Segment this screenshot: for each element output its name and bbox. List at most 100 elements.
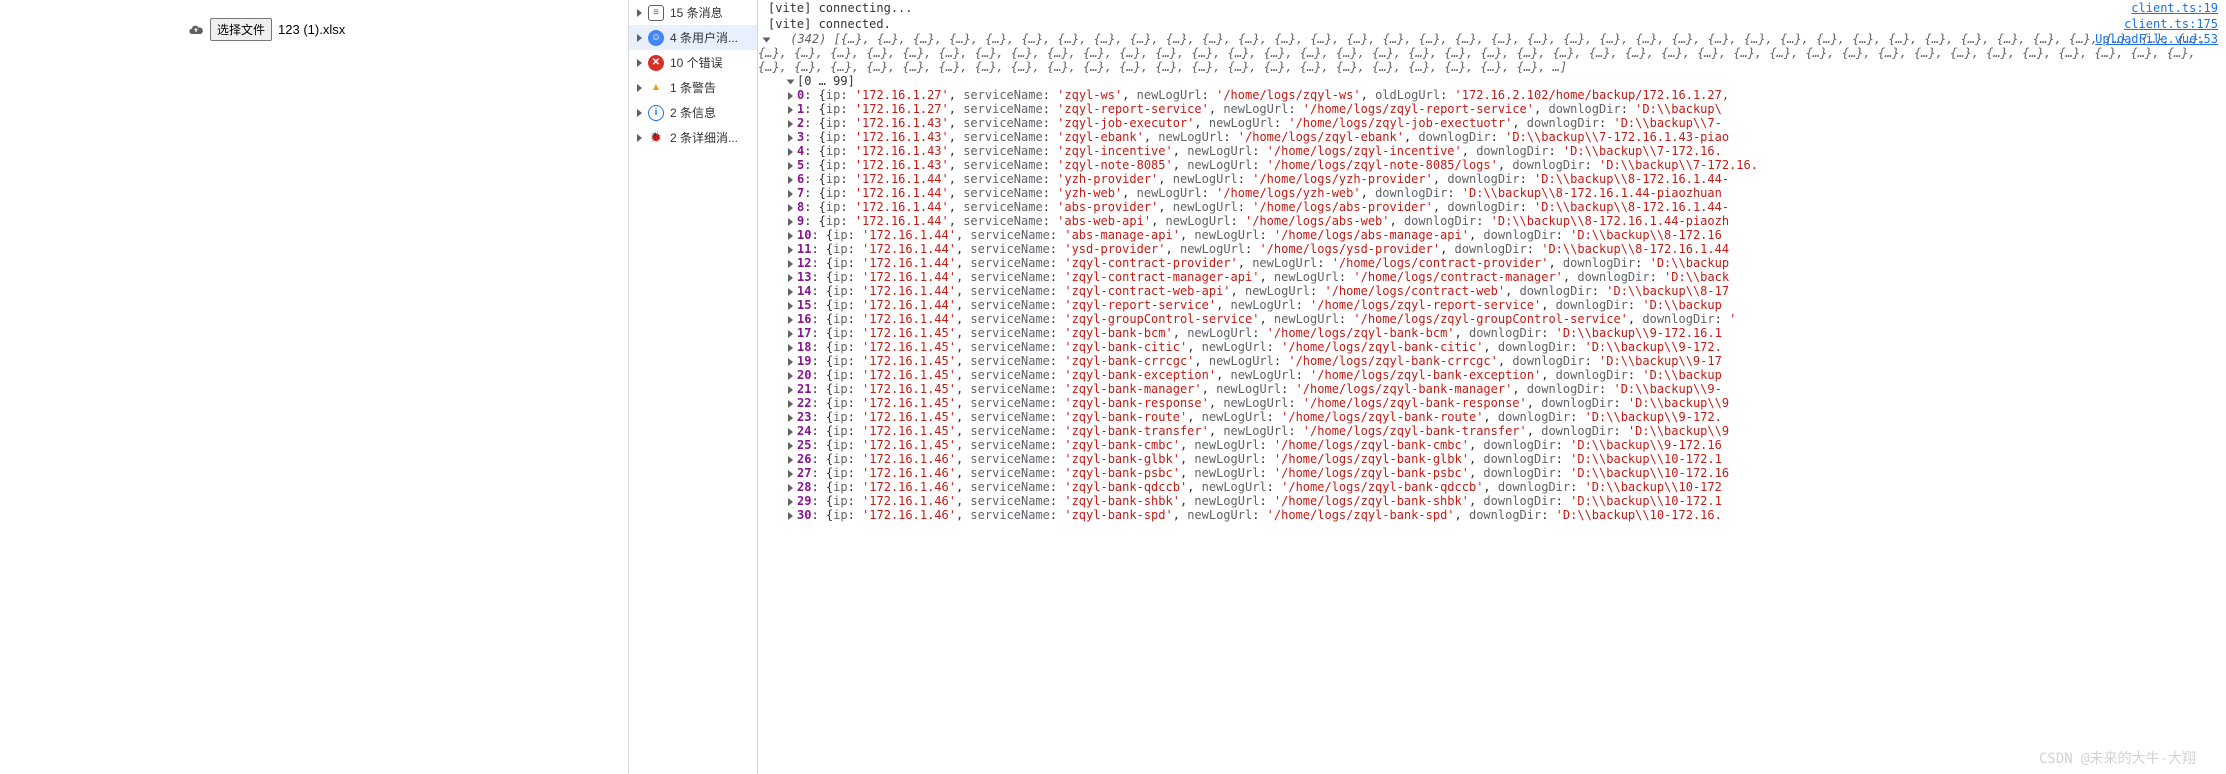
array-item[interactable]: 21: {ip: '172.16.1.45', serviceName: 'zq…	[788, 382, 2226, 396]
expand-icon	[788, 106, 793, 114]
expand-toggle[interactable]	[758, 32, 773, 46]
array-item[interactable]: 12: {ip: '172.16.1.44', serviceName: 'zq…	[788, 256, 2226, 270]
chosen-file-name: 123 (1).xlsx	[278, 22, 345, 37]
expand-icon	[788, 456, 793, 464]
console-output: [vite] connecting...client.ts:19[vite] c…	[758, 0, 2226, 774]
msg-icon: ≡	[648, 5, 664, 21]
cloud-upload-icon	[188, 22, 204, 38]
expand-icon	[788, 190, 793, 198]
expand-icon	[788, 218, 793, 226]
expand-icon	[788, 274, 793, 282]
array-item[interactable]: 11: {ip: '172.16.1.44', serviceName: 'ys…	[788, 242, 2226, 256]
expand-icon	[788, 162, 793, 170]
expand-icon	[788, 372, 793, 380]
array-item[interactable]: 22: {ip: '172.16.1.45', serviceName: 'zq…	[788, 396, 2226, 410]
console-sidebar: ≡ 15 条消息 ☺ 4 条用户消... ✕ 10 个错误 ▲ 1 条警告 i 2 条信息 🐞 2 条…	[628, 0, 758, 774]
array-item[interactable]: 25: {ip: '172.16.1.45', serviceName: 'zq…	[788, 438, 2226, 452]
app-content: 选择文件 123 (1).xlsx	[0, 0, 628, 774]
expand-icon	[788, 512, 793, 520]
array-item[interactable]: 13: {ip: '172.16.1.44', serviceName: 'zq…	[788, 270, 2226, 284]
expand-icon	[637, 59, 642, 67]
upload-row: 选择文件 123 (1).xlsx	[188, 18, 628, 41]
array-item[interactable]: 18: {ip: '172.16.1.45', serviceName: 'zq…	[788, 340, 2226, 354]
expand-icon	[788, 400, 793, 408]
expand-icon	[788, 498, 793, 506]
array-item[interactable]: 7: {ip: '172.16.1.44', serviceName: 'yzh…	[788, 186, 2226, 200]
filter-label: 2 条信息	[670, 104, 716, 121]
filter-label: 15 条消息	[670, 4, 723, 21]
console-filter-msg[interactable]: ≡ 15 条消息	[629, 0, 757, 25]
watermark: CSDN @未来的大牛-大翔	[2039, 748, 2196, 768]
expand-icon	[788, 442, 793, 450]
user-icon: ☺	[648, 30, 664, 46]
expand-icon	[788, 386, 793, 394]
info-icon: i	[648, 105, 664, 121]
array-item[interactable]: 15: {ip: '172.16.1.44', serviceName: 'zq…	[788, 298, 2226, 312]
array-item[interactable]: 16: {ip: '172.16.1.44', serviceName: 'zq…	[788, 312, 2226, 326]
expand-icon	[788, 92, 793, 100]
array-item[interactable]: 17: {ip: '172.16.1.45', serviceName: 'zq…	[788, 326, 2226, 340]
array-item[interactable]: 14: {ip: '172.16.1.44', serviceName: 'zq…	[788, 284, 2226, 298]
expand-icon	[637, 34, 642, 42]
array-item[interactable]: 6: {ip: '172.16.1.44', serviceName: 'yzh…	[788, 172, 2226, 186]
expand-icon	[788, 358, 793, 366]
array-item[interactable]: 24: {ip: '172.16.1.45', serviceName: 'zq…	[788, 424, 2226, 438]
expand-icon	[788, 204, 793, 212]
choose-file-button[interactable]: 选择文件	[210, 18, 272, 41]
expand-icon	[788, 470, 793, 478]
expand-icon	[637, 9, 642, 17]
expand-icon	[788, 414, 793, 422]
warn-icon: ▲	[648, 80, 664, 96]
err-icon: ✕	[648, 55, 664, 71]
array-item[interactable]: 10: {ip: '172.16.1.44', serviceName: 'ab…	[788, 228, 2226, 242]
array-item[interactable]: 19: {ip: '172.16.1.45', serviceName: 'zq…	[788, 354, 2226, 368]
expand-icon	[788, 428, 793, 436]
array-item[interactable]: 2: {ip: '172.16.1.43', serviceName: 'zqy…	[788, 116, 2226, 130]
expand-icon	[788, 246, 793, 254]
expand-icon	[788, 288, 793, 296]
array-item[interactable]: 0: {ip: '172.16.1.27', serviceName: 'zqy…	[788, 88, 2226, 102]
array-item[interactable]: 4: {ip: '172.16.1.43', serviceName: 'zqy…	[788, 144, 2226, 158]
bug-icon: 🐞	[648, 130, 664, 146]
array-item[interactable]: 8: {ip: '172.16.1.44', serviceName: 'abs…	[788, 200, 2226, 214]
filter-label: 2 条详细消...	[670, 129, 738, 146]
array-item[interactable]: 20: {ip: '172.16.1.45', serviceName: 'zq…	[788, 368, 2226, 382]
array-item[interactable]: 1: {ip: '172.16.1.27', serviceName: 'zqy…	[788, 102, 2226, 116]
array-item[interactable]: 29: {ip: '172.16.1.46', serviceName: 'zq…	[788, 494, 2226, 508]
expand-icon	[637, 109, 642, 117]
array-item[interactable]: 26: {ip: '172.16.1.46', serviceName: 'zq…	[788, 452, 2226, 466]
console-filter-warn[interactable]: ▲ 1 条警告	[629, 75, 757, 100]
array-item[interactable]: 30: {ip: '172.16.1.46', serviceName: 'zq…	[788, 508, 2226, 522]
filter-label: 10 个错误	[670, 54, 723, 71]
console-message: [vite] connected.client.ts:175	[758, 16, 2226, 32]
expand-icon	[788, 484, 793, 492]
filter-label: 1 条警告	[670, 79, 716, 96]
log-source-link[interactable]: client.ts:19	[2131, 1, 2218, 15]
console-filter-info[interactable]: i 2 条信息	[629, 100, 757, 125]
console-filter-err[interactable]: ✕ 10 个错误	[629, 50, 757, 75]
array-item[interactable]: 3: {ip: '172.16.1.43', serviceName: 'zqy…	[788, 130, 2226, 144]
expand-icon	[637, 84, 642, 92]
filter-label: 4 条用户消...	[670, 29, 738, 46]
expand-icon	[788, 148, 793, 156]
array-item[interactable]: 5: {ip: '172.16.1.43', serviceName: 'zqy…	[788, 158, 2226, 172]
expand-icon	[788, 232, 793, 240]
expand-icon	[637, 134, 642, 142]
console-filter-user[interactable]: ☺ 4 条用户消...	[629, 25, 757, 50]
expand-icon	[788, 120, 793, 128]
array-item[interactable]: 23: {ip: '172.16.1.45', serviceName: 'zq…	[788, 410, 2226, 424]
array-summary[interactable]: (342) [{…}, {…}, {…}, {…}, {…}, {…}, {…}…	[758, 32, 2214, 74]
expand-icon	[788, 330, 793, 338]
log-source-link[interactable]: UploadFile.vue:53	[2095, 32, 2218, 46]
expand-icon	[788, 316, 793, 324]
expand-icon	[788, 176, 793, 184]
array-range[interactable]: [0 … 99]	[758, 74, 2226, 88]
expand-icon	[788, 260, 793, 268]
array-item[interactable]: 28: {ip: '172.16.1.46', serviceName: 'zq…	[788, 480, 2226, 494]
expand-icon	[788, 344, 793, 352]
expand-icon	[788, 134, 793, 142]
console-filter-bug[interactable]: 🐞 2 条详细消...	[629, 125, 757, 150]
array-item[interactable]: 9: {ip: '172.16.1.44', serviceName: 'abs…	[788, 214, 2226, 228]
log-source-link[interactable]: client.ts:175	[2124, 17, 2218, 31]
array-item[interactable]: 27: {ip: '172.16.1.46', serviceName: 'zq…	[788, 466, 2226, 480]
